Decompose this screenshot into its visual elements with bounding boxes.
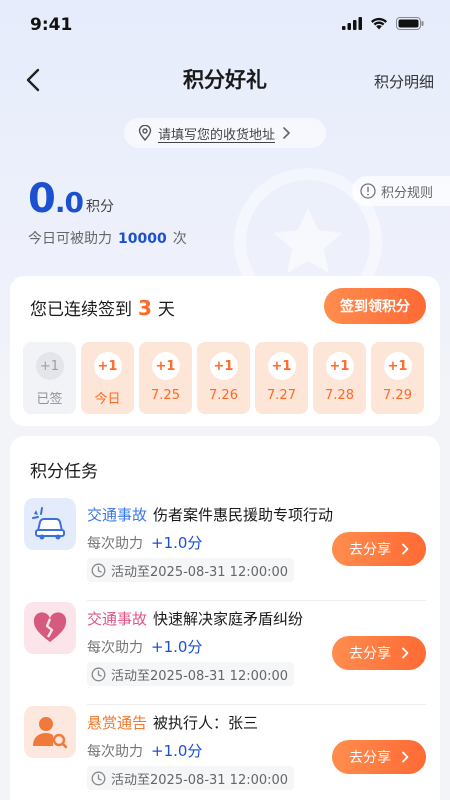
day-points-coin: +1	[209, 352, 238, 380]
task-title: 悬赏通告 被执行人：张三	[87, 712, 258, 733]
signal-icon	[342, 17, 362, 30]
chevron-right-icon	[283, 127, 290, 139]
points-rules-button[interactable]: 积分规则	[352, 176, 450, 206]
share-button-label: 去分享	[349, 750, 391, 766]
signin-day: +1 7.29	[371, 342, 424, 414]
divider	[87, 600, 426, 601]
assist-prefix: 今日可被助力	[28, 231, 112, 247]
car-crash-icon	[24, 498, 76, 550]
signin-card: 您已连续签到 3 天 签到领积分 +1 已签 +1 今日 +1 7.25 +1 …	[10, 276, 440, 426]
task-assist-label: 每次助力	[87, 536, 143, 552]
signin-day: +1 7.25	[139, 342, 192, 414]
signin-button[interactable]: 签到领积分	[324, 288, 426, 324]
divider	[87, 704, 426, 705]
task-title-text: 快速解决家庭矛盾纠纷	[153, 610, 304, 628]
chevron-right-icon	[402, 647, 409, 659]
points-int: 0	[28, 176, 56, 222]
clock-icon	[91, 563, 106, 577]
task-title-text: 伤者案件惠民援助专项行动	[153, 506, 334, 524]
signin-day: +1 7.28	[313, 342, 366, 414]
tasks-card: 积分任务 交通事故 伤者案件惠民援助专项行动 每次助力 +1.0分 活动至202…	[10, 436, 440, 800]
share-button[interactable]: 去分享	[332, 636, 426, 670]
address-text: 请填写您的收货地址	[158, 127, 276, 143]
task-category: 悬赏通告	[87, 714, 148, 732]
day-label: 7.29	[383, 388, 412, 403]
info-icon	[360, 183, 376, 199]
points-detail-link[interactable]: 积分明细	[374, 71, 434, 92]
assist-count: 10000	[118, 231, 167, 247]
task-deadline: 活动至2025-08-31 12:00:00	[87, 558, 295, 582]
day-label: 已签	[36, 392, 63, 407]
signin-day: +1 7.26	[197, 342, 250, 414]
address-selector[interactable]: 请填写您的收货地址	[124, 118, 326, 148]
tasks-section-title: 积分任务	[30, 462, 98, 482]
task-deadline-text: 活动至2025-08-31 12:00:00	[111, 564, 289, 580]
day-label: 今日	[94, 392, 121, 407]
signin-title-suffix: 天	[157, 300, 175, 320]
signin-day: +1 7.27	[255, 342, 308, 414]
task-deadline-text: 活动至2025-08-31 12:00:00	[111, 772, 289, 788]
day-points-coin: +1	[267, 352, 296, 380]
clock-icon	[91, 667, 106, 681]
task-assist-label: 每次助力	[87, 744, 143, 760]
status-time: 9:41	[30, 15, 73, 35]
signin-streak-title: 您已连续签到 3 天	[30, 295, 175, 320]
task-deadline: 活动至2025-08-31 12:00:00	[87, 766, 295, 790]
points-decimal: .0	[54, 186, 84, 219]
signin-streak-days: 3	[138, 296, 152, 320]
day-points-coin: +1	[35, 352, 64, 380]
chevron-right-icon	[402, 751, 409, 763]
signin-day: +1 已签	[23, 342, 76, 414]
task-assist-value: +1.0分	[151, 742, 203, 760]
day-label: 7.27	[267, 388, 296, 403]
assist-suffix: 次	[172, 231, 187, 247]
task-title: 交通事故 伤者案件惠民援助专项行动	[87, 504, 333, 525]
assist-quota: 今日可被助力 10000 次	[28, 228, 187, 248]
points-unit: 积分	[86, 199, 114, 215]
signin-day: +1 今日	[81, 342, 134, 414]
day-label: 7.25	[151, 388, 180, 403]
task-assist: 每次助力 +1.0分	[87, 740, 202, 761]
day-label: 7.28	[325, 388, 354, 403]
task-category: 交通事故	[87, 506, 148, 524]
task-title-text: 被执行人：张三	[153, 714, 259, 732]
day-points-coin: +1	[325, 352, 354, 380]
task-deadline-text: 活动至2025-08-31 12:00:00	[111, 668, 289, 684]
wifi-icon	[371, 17, 387, 30]
chevron-right-icon	[402, 543, 409, 555]
share-button[interactable]: 去分享	[332, 532, 426, 566]
status-icons	[342, 17, 424, 30]
day-points-coin: +1	[151, 352, 180, 380]
task-item: 交通事故 快速解决家庭矛盾纠纷 每次助力 +1.0分 活动至2025-08-31 …	[10, 602, 440, 706]
task-item: 悬赏通告 被执行人：张三 每次助力 +1.0分 活动至2025-08-31 12:…	[10, 706, 440, 800]
share-button-label: 去分享	[349, 646, 391, 662]
task-assist: 每次助力 +1.0分	[87, 636, 202, 657]
broken-heart-icon	[24, 602, 76, 654]
task-assist-value: +1.0分	[151, 638, 203, 656]
signin-title-prefix: 您已连续签到	[30, 300, 132, 320]
signin-days-row: +1 已签 +1 今日 +1 7.25 +1 7.26 +1 7.27 +1 7…	[23, 342, 424, 414]
task-deadline: 活动至2025-08-31 12:00:00	[87, 662, 295, 686]
day-points-coin: +1	[383, 352, 412, 380]
share-button[interactable]: 去分享	[332, 740, 426, 774]
task-assist-value: +1.0分	[151, 534, 203, 552]
share-button-label: 去分享	[349, 542, 391, 558]
task-item: 交通事故 伤者案件惠民援助专项行动 每次助力 +1.0分 活动至2025-08-3…	[10, 498, 440, 602]
points-value: 0.0	[28, 176, 84, 222]
task-assist: 每次助力 +1.0分	[87, 532, 202, 553]
rules-label: 积分规则	[381, 185, 434, 201]
person-search-icon	[24, 706, 76, 758]
task-title: 交通事故 快速解决家庭矛盾纠纷	[87, 608, 303, 629]
day-label: 7.26	[209, 388, 238, 403]
task-category: 交通事故	[87, 610, 148, 628]
day-points-coin: +1	[93, 352, 122, 380]
location-pin-icon	[138, 125, 152, 141]
battery-icon	[396, 17, 424, 30]
clock-icon	[91, 771, 106, 785]
task-assist-label: 每次助力	[87, 640, 143, 656]
